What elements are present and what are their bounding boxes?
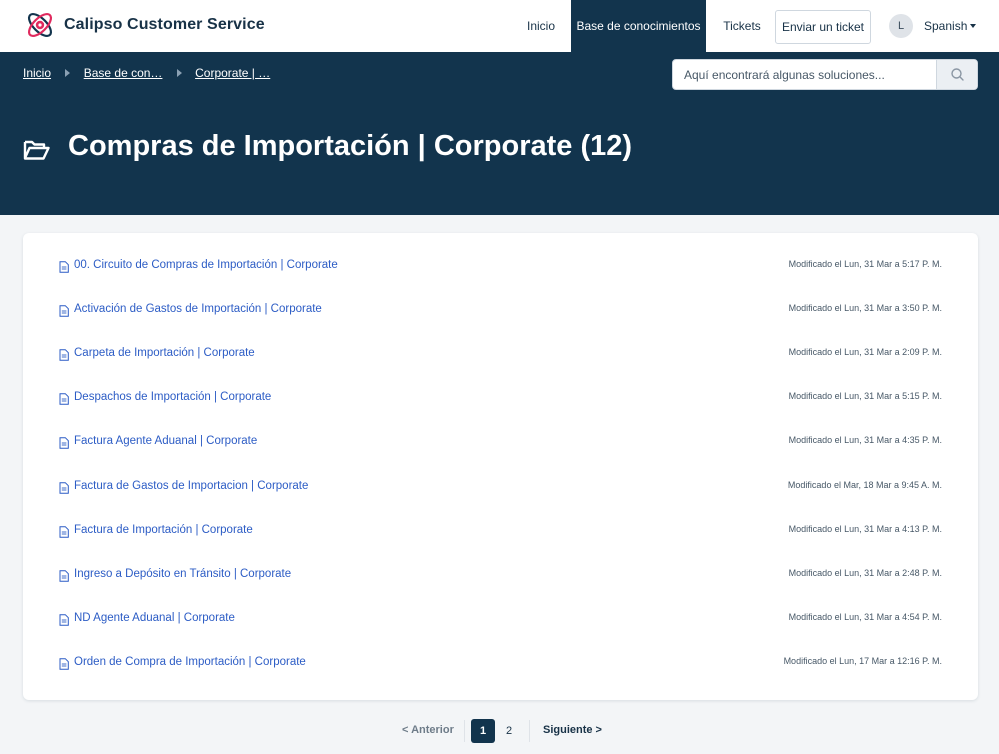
document-icon (59, 305, 69, 317)
list-item: Orden de Compra de Importación | Corpora… (23, 649, 978, 679)
breadcrumb-separator-icon (65, 69, 71, 77)
list-item: Factura Agente Aduanal | Corporate Modif… (23, 428, 978, 458)
document-icon (59, 393, 69, 405)
nav-tickets-link[interactable]: Tickets (716, 0, 768, 52)
article-modified-date: Modificado el Lun, 31 Mar a 2:09 P. M. (788, 347, 942, 357)
list-item: Factura de Gastos de Importacion | Corpo… (23, 473, 978, 503)
top-navbar: Calipso Customer Service Inicio Base de … (0, 0, 999, 52)
list-item: Ingreso a Depósito en Tránsito | Corpora… (23, 561, 978, 591)
article-link[interactable]: Activación de Gastos de Importación | Co… (74, 303, 322, 315)
document-icon (59, 349, 69, 361)
article-modified-date: Modificado el Lun, 31 Mar a 3:50 P. M. (788, 303, 942, 313)
nav-knowledge-base-link[interactable]: Base de conocimientos (571, 0, 706, 52)
search-button[interactable] (936, 60, 977, 89)
list-item: Despachos de Importación | Corporate Mod… (23, 384, 978, 414)
article-modified-date: Modificado el Lun, 31 Mar a 4:13 P. M. (788, 524, 942, 534)
list-item: Activación de Gastos de Importación | Co… (23, 296, 978, 326)
article-modified-date: Modificado el Mar, 18 Mar a 9:45 A. M. (787, 480, 942, 490)
hero-banner: Inicio Base de con… Corporate | … Compra… (0, 52, 999, 215)
document-icon (59, 570, 69, 582)
submit-ticket-button[interactable]: Enviar un ticket (775, 10, 871, 44)
pagination-divider (464, 720, 465, 742)
article-modified-date: Modificado el Lun, 31 Mar a 5:15 P. M. (788, 391, 942, 401)
user-avatar[interactable]: L (889, 14, 913, 38)
article-link[interactable]: Ingreso a Depósito en Tránsito | Corpora… (74, 568, 291, 580)
document-icon (59, 526, 69, 538)
article-modified-date: Modificado el Lun, 31 Mar a 4:35 P. M. (788, 435, 942, 445)
document-icon (59, 658, 69, 670)
search-icon (951, 68, 964, 81)
breadcrumb-knowledge-base[interactable]: Base de con… (84, 66, 163, 80)
pagination-divider (529, 720, 530, 742)
article-link[interactable]: Carpeta de Importación | Corporate (74, 347, 255, 359)
document-icon (59, 482, 69, 494)
page-title: Compras de Importación | Corporate (12) (68, 130, 633, 162)
search-box (672, 59, 978, 90)
pagination-previous[interactable]: < Anterior (402, 724, 454, 736)
article-modified-date: Modificado el Lun, 31 Mar a 2:48 P. M. (788, 568, 942, 578)
document-icon (59, 614, 69, 626)
pagination-next[interactable]: Siguiente > (543, 724, 602, 736)
language-selector[interactable]: Spanish (924, 19, 977, 33)
language-label: Spanish (924, 19, 968, 33)
article-link[interactable]: Despachos de Importación | Corporate (74, 391, 271, 403)
pagination-page-1[interactable]: 1 (471, 719, 495, 743)
list-item: 00. Circuito de Compras de Importación |… (23, 252, 978, 282)
article-link[interactable]: ND Agente Aduanal | Corporate (74, 612, 235, 624)
article-list: 00. Circuito de Compras de Importación |… (23, 233, 978, 700)
article-link[interactable]: Factura de Gastos de Importacion | Corpo… (74, 480, 308, 492)
list-item: Factura de Importación | Corporate Modif… (23, 517, 978, 547)
breadcrumb-home[interactable]: Inicio (23, 66, 51, 80)
search-input[interactable] (673, 60, 937, 89)
breadcrumb-separator-icon (176, 69, 182, 77)
caret-down-icon (970, 24, 977, 28)
document-icon (59, 261, 69, 273)
article-link[interactable]: Orden de Compra de Importación | Corpora… (74, 656, 306, 668)
brand-logo-icon[interactable] (24, 9, 56, 41)
nav-home-link[interactable]: Inicio (518, 0, 564, 52)
document-icon (59, 437, 69, 449)
breadcrumb: Inicio Base de con… Corporate | … (23, 66, 270, 80)
article-link[interactable]: 00. Circuito de Compras de Importación |… (74, 259, 338, 271)
article-modified-date: Modificado el Lun, 17 Mar a 12:16 P. M. (783, 656, 942, 666)
list-item: ND Agente Aduanal | Corporate Modificado… (23, 605, 978, 635)
list-item: Carpeta de Importación | Corporate Modif… (23, 340, 978, 370)
article-modified-date: Modificado el Lun, 31 Mar a 4:54 P. M. (788, 612, 942, 622)
folder-open-icon (23, 140, 50, 160)
pagination: < Anterior 1 2 Siguiente > (0, 718, 999, 744)
breadcrumb-corporate[interactable]: Corporate | … (195, 66, 270, 80)
article-link[interactable]: Factura Agente Aduanal | Corporate (74, 435, 257, 447)
brand-name[interactable]: Calipso Customer Service (64, 16, 265, 34)
article-modified-date: Modificado el Lun, 31 Mar a 5:17 P. M. (788, 259, 942, 269)
article-link[interactable]: Factura de Importación | Corporate (74, 524, 253, 536)
pagination-page-2[interactable]: 2 (501, 719, 517, 743)
